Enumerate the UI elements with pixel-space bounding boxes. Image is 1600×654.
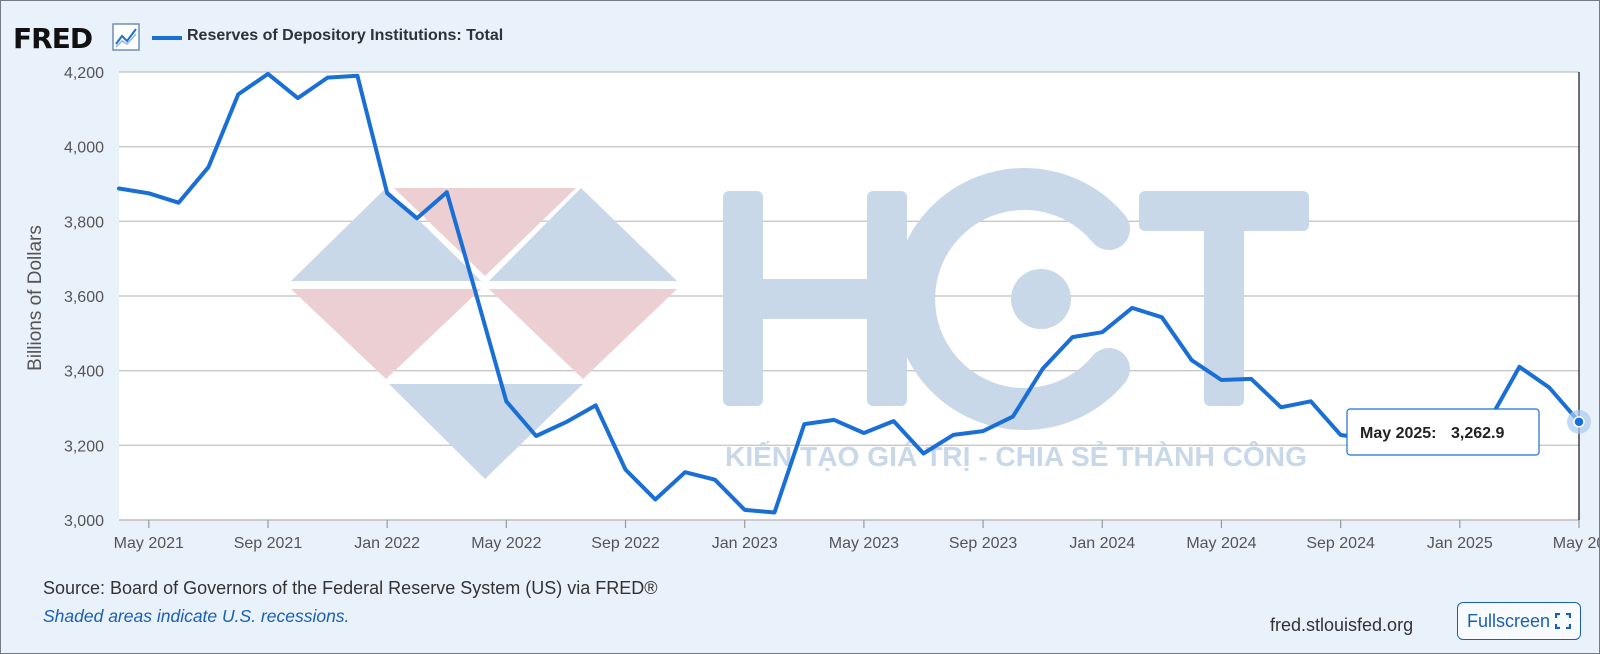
tooltip-label: May 2025: (1360, 425, 1437, 442)
x-tick-label: Jan 2023 (712, 535, 778, 552)
x-tick-label: Sep 2023 (949, 535, 1018, 552)
expand-icon (1555, 613, 1572, 629)
fullscreen-label: Fullscreen (1466, 610, 1551, 631)
x-tick-label: Sep 2024 (1306, 535, 1375, 552)
y-tick-label: 4,000 (64, 140, 104, 157)
x-tick-label: May 2021 (114, 535, 184, 552)
data-point-marker[interactable] (1573, 416, 1585, 428)
x-tick-label: Jan 2022 (354, 535, 420, 552)
data-tooltip: May 2025: 3,262.9 (1346, 408, 1540, 456)
x-tick-label: Sep 2022 (591, 535, 660, 552)
x-tick-label: May 20 (1553, 535, 1599, 552)
fullscreen-button[interactable]: Fullscreen (1457, 602, 1581, 640)
x-tick-label: May 2024 (1186, 535, 1256, 552)
x-tick-label: Jan 2024 (1069, 535, 1135, 552)
x-tick-label: Jan 2025 (1427, 535, 1493, 552)
x-axis-ticks: May 2021 Sep 2021 Jan 2022 May 2022 Sep 2022… (114, 520, 1599, 552)
y-tick-label: 3,800 (64, 214, 104, 231)
y-tick-label: 4,200 (64, 65, 104, 82)
recession-note: Shaded areas indicate U.S. recessions. (43, 606, 350, 626)
x-tick-label: May 2022 (471, 535, 541, 552)
chart: KIẾN TẠO GIÁ TRỊ - CHIA SẺ THÀNH CÔNG Ma… (25, 65, 1599, 552)
y-tick-label: 3,400 (64, 364, 104, 381)
y-axis-label: Billions of Dollars (25, 225, 46, 371)
chart-frame: FRED Reserves of Depository Institutions… (0, 0, 1600, 654)
y-tick-label: 3,200 (64, 438, 104, 455)
x-tick-label: Sep 2021 (234, 535, 303, 552)
y-tick-label: 3,600 (64, 289, 104, 306)
source-text: Source: Board of Governors of the Federa… (43, 578, 658, 598)
x-tick-label: May 2023 (829, 535, 899, 552)
watermark-tagline: KIẾN TẠO GIÁ TRỊ - CHIA SẺ THÀNH CÔNG (725, 440, 1307, 472)
site-url-link[interactable]: fred.stlouisfed.org (1270, 615, 1413, 636)
y-axis-ticks: 3,000 3,200 3,400 3,600 3,800 4,000 4,200 (64, 65, 104, 530)
tooltip-value: 3,262.9 (1451, 425, 1504, 442)
y-tick-label: 3,000 (64, 513, 104, 530)
